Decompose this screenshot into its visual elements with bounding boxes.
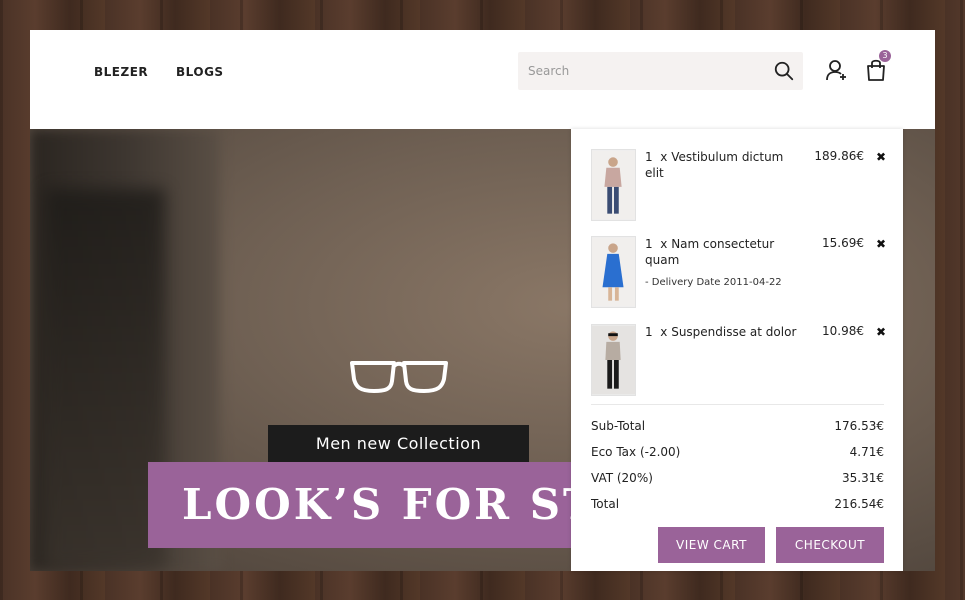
vat-row: VAT (20%) 35.31€ [591, 471, 884, 489]
subtotal-row: Sub-Total 176.53€ [591, 419, 884, 437]
user-add-icon[interactable] [825, 58, 849, 82]
cart-item-qty: 1 [645, 150, 653, 164]
cart-count-badge: 3 [879, 50, 891, 62]
subtotal-label: Sub-Total [591, 419, 646, 433]
close-icon[interactable]: ✖ [876, 237, 886, 251]
cart-item-title-cont: quam [645, 253, 680, 267]
cart-item-title-cont: elit [645, 166, 664, 180]
vat-label: VAT (20%) [591, 471, 653, 485]
vat-value: 35.31€ [842, 471, 884, 485]
view-cart-button[interactable]: VIEW CART [658, 527, 765, 563]
close-icon[interactable]: ✖ [876, 150, 886, 164]
cart-item-price: 189.86€ [814, 149, 864, 163]
hero-tagline: Men new Collection [268, 425, 529, 462]
site-header: BLEZER BLOGS 3 [30, 30, 935, 129]
eco-tax-label: Eco Tax (-2.00) [591, 445, 681, 459]
cart-item-name[interactable]: 1 x Vestibulum dictum elit [645, 149, 795, 181]
total-label: Total [591, 497, 620, 511]
checkout-button[interactable]: CHECKOUT [776, 527, 884, 563]
cart-item-qty: 1 [645, 237, 653, 251]
subtotal-value: 176.53€ [834, 419, 884, 433]
nav-link-blezer[interactable]: BLEZER [94, 65, 148, 79]
glasses-icon [350, 361, 448, 393]
cart-item-price: 15.69€ [822, 236, 864, 250]
cart-item-name[interactable]: 1 x Suspendisse at dolor [645, 324, 815, 340]
cart-item-name[interactable]: 1 x Nam consectetur quam [645, 236, 795, 268]
product-thumbnail[interactable] [591, 149, 636, 221]
cart-item-title: x Nam consectetur [660, 237, 775, 251]
eco-tax-value: 4.71€ [849, 445, 884, 459]
hero-background-shelf [45, 189, 165, 569]
cart-item: 1 x Nam consectetur quam - Delivery Date… [591, 236, 886, 310]
cart-item: 1 x Vestibulum dictum elit 189.86€ ✖ [591, 149, 886, 223]
cart-item-qty: 1 [645, 325, 653, 339]
search-input[interactable] [518, 52, 778, 90]
cart-divider [591, 404, 884, 405]
cart-item-price: 10.98€ [822, 324, 864, 338]
cart-item: 1 x Suspendisse at dolor 10.98€ ✖ [591, 324, 886, 398]
search-box [518, 52, 803, 90]
eco-tax-row: Eco Tax (-2.00) 4.71€ [591, 445, 884, 463]
nav-link-blogs[interactable]: BLOGS [176, 65, 224, 79]
product-thumbnail[interactable] [591, 324, 636, 396]
product-thumbnail[interactable] [591, 236, 636, 308]
cart-item-title: x Suspendisse at dolor [660, 325, 797, 339]
cart-item-option: - Delivery Date 2011-04-22 [645, 277, 782, 288]
total-row: Total 216.54€ [591, 497, 884, 515]
close-icon[interactable]: ✖ [876, 325, 886, 339]
cart-item-title: x Vestibulum dictum [660, 150, 784, 164]
total-value: 216.54€ [834, 497, 884, 511]
search-icon[interactable] [773, 60, 795, 82]
cart-dropdown: 1 x Vestibulum dictum elit 189.86€ ✖ 1 x… [571, 129, 903, 571]
